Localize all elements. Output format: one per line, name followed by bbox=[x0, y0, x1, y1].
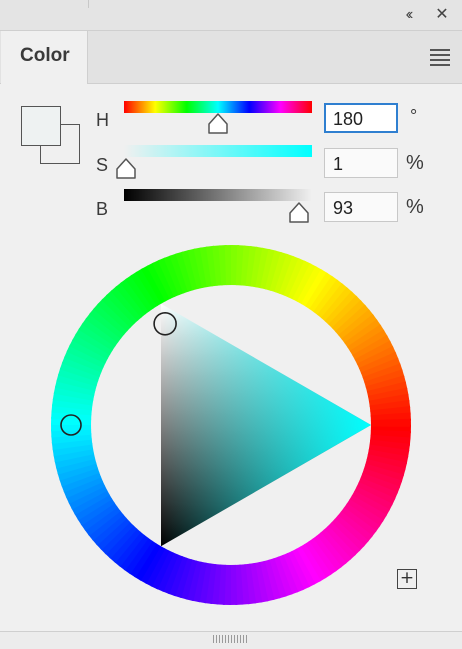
saturation-slider-track[interactable] bbox=[124, 145, 312, 157]
brightness-unit: % bbox=[406, 196, 424, 218]
panel-menu-icon[interactable] bbox=[430, 49, 450, 66]
panel-tab-strip: Color bbox=[0, 31, 462, 84]
brightness-label: B bbox=[96, 199, 109, 219]
tab-color-label: Color bbox=[20, 45, 70, 66]
brightness-slider-track[interactable] bbox=[124, 189, 312, 201]
panel-titlebar: ‹‹ ✕ bbox=[0, 0, 462, 31]
foreground-color-swatch[interactable] bbox=[21, 106, 61, 146]
close-panel-icon[interactable]: ✕ bbox=[430, 5, 454, 25]
add-to-swatches-button[interactable]: + bbox=[397, 569, 417, 589]
triangle-hue-overlay bbox=[161, 303, 371, 547]
hue-unit: ° bbox=[410, 106, 418, 126]
saturation-slider-thumb[interactable] bbox=[114, 157, 138, 181]
resize-grip-icon[interactable] bbox=[212, 635, 250, 643]
saturation-label: S bbox=[96, 155, 109, 175]
hue-label: H bbox=[96, 110, 109, 130]
hue-input[interactable] bbox=[324, 103, 398, 133]
brightness-input[interactable] bbox=[324, 192, 398, 222]
hue-slider-thumb[interactable] bbox=[206, 112, 230, 136]
saturation-input[interactable] bbox=[324, 148, 398, 178]
tab-color[interactable]: Color bbox=[1, 31, 88, 84]
panel-footer bbox=[0, 631, 462, 649]
brightness-slider-thumb[interactable] bbox=[287, 201, 311, 225]
collapse-panel-icon[interactable]: ‹‹ bbox=[396, 5, 420, 25]
titlebar-divider bbox=[88, 0, 89, 8]
color-wheel[interactable] bbox=[0, 230, 462, 630]
saturation-unit: % bbox=[406, 152, 424, 174]
